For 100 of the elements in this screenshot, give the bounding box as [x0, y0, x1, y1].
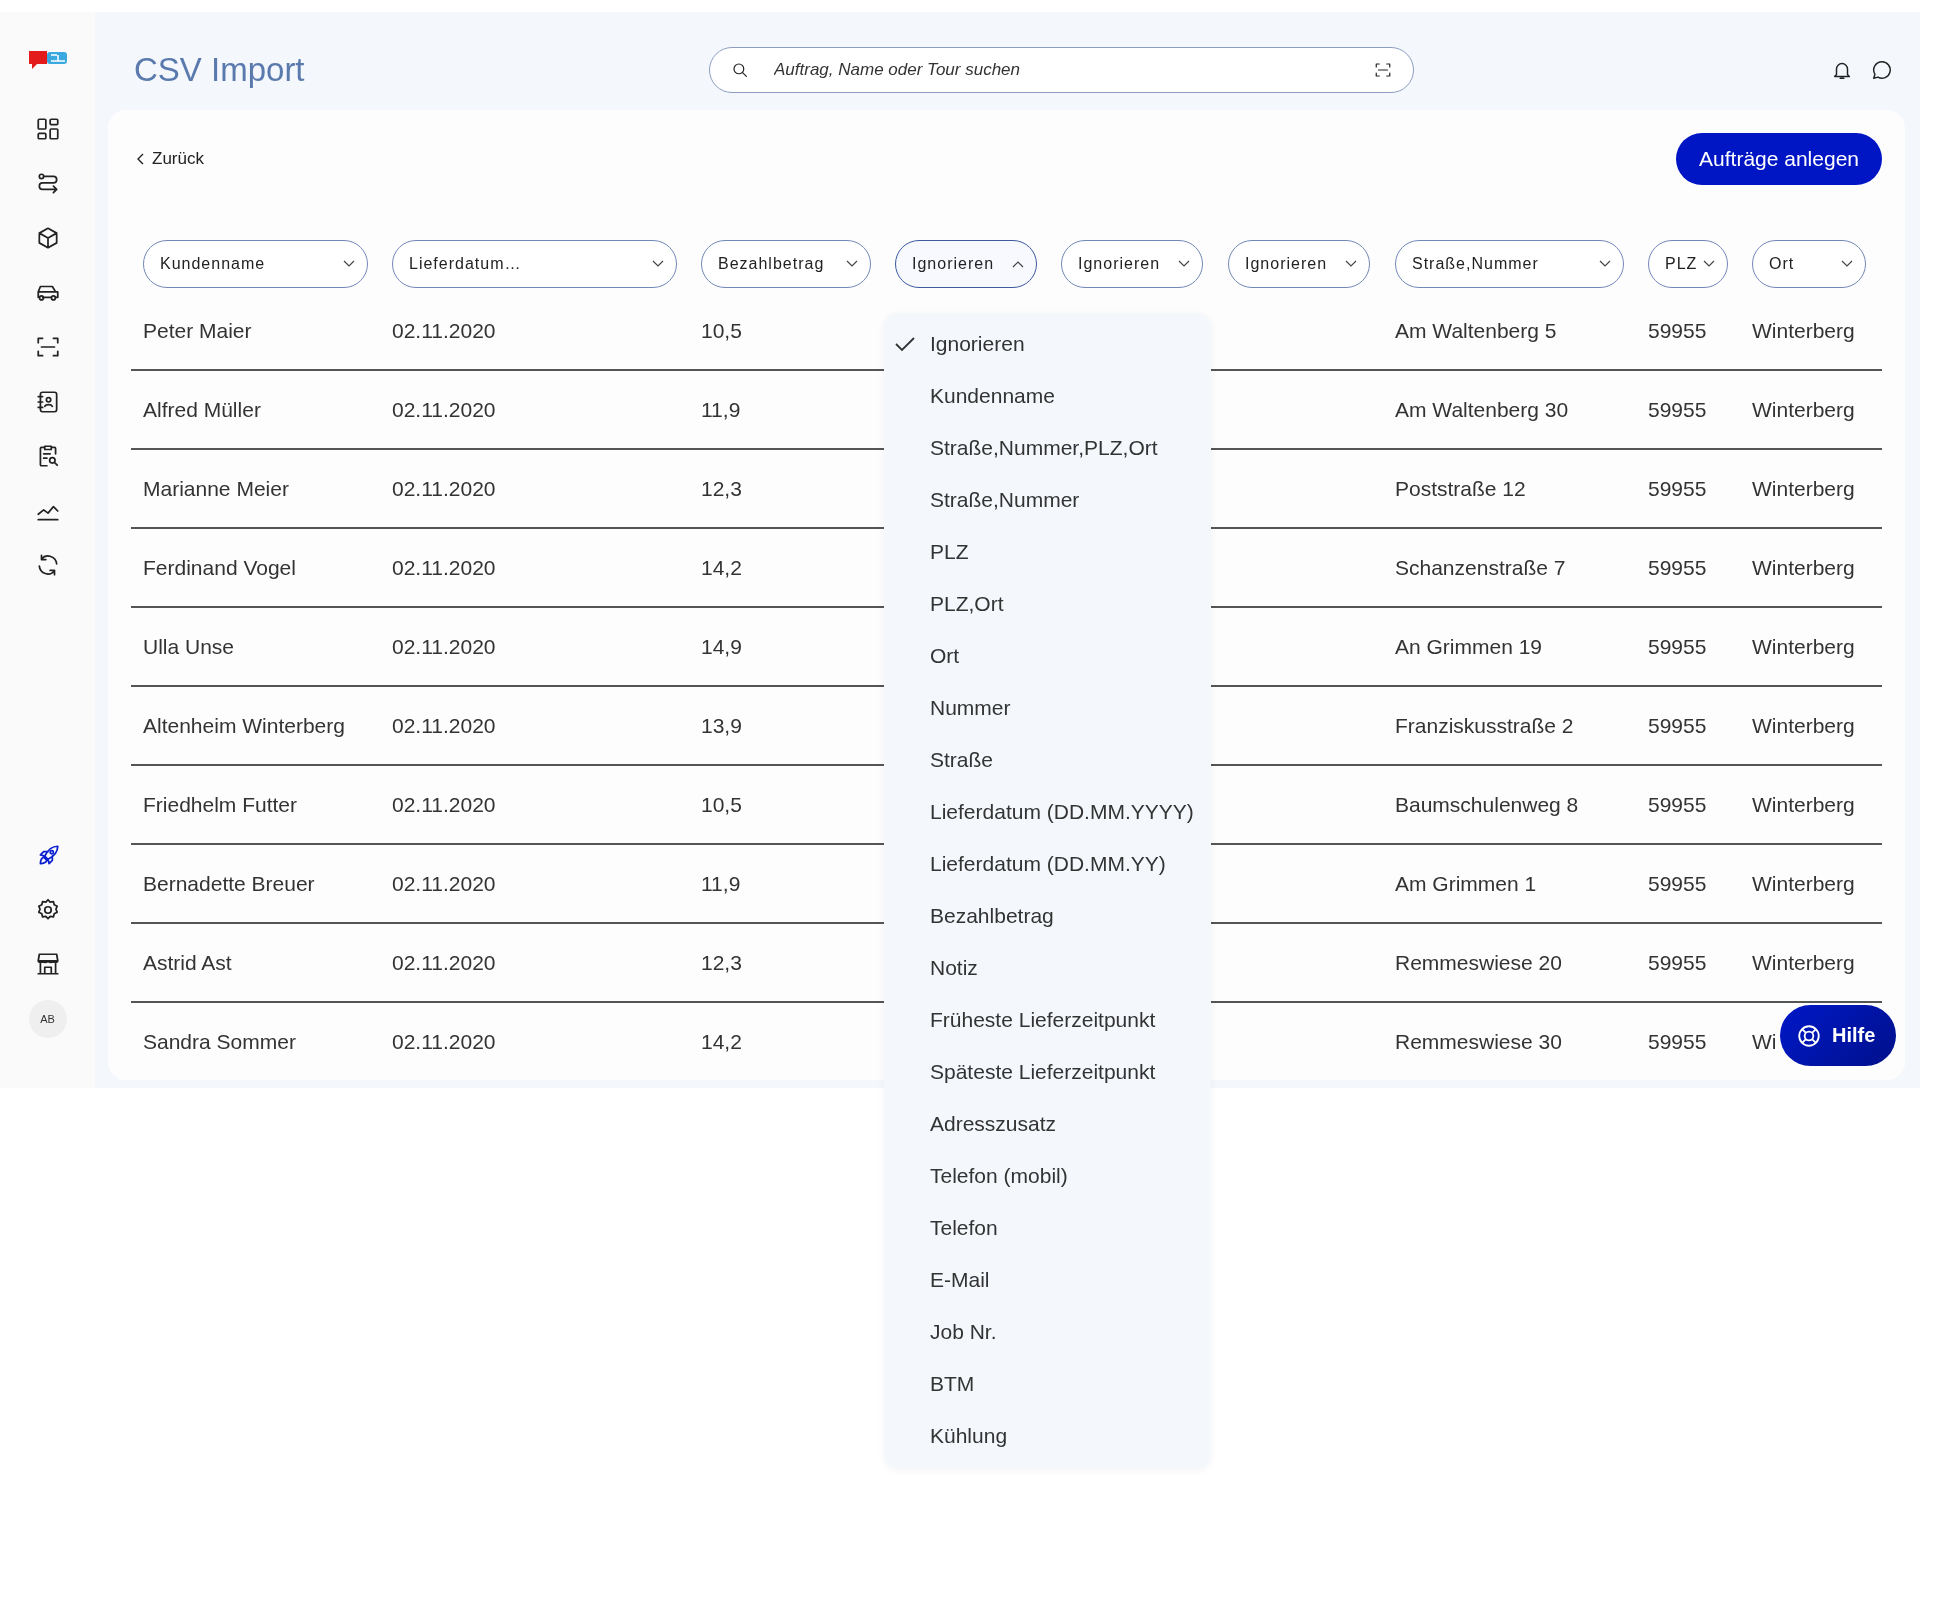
bell-icon[interactable] — [1831, 59, 1853, 81]
table-cell: 02.11.2020 — [392, 871, 496, 895]
table-cell: Winterberg — [1752, 476, 1855, 500]
column-mapping-dropdown[interactable]: Ignorieren — [1061, 240, 1203, 288]
dropdown-option[interactable]: BTM — [884, 1358, 1211, 1410]
table-cell: 59955 — [1648, 792, 1707, 816]
dropdown-option[interactable]: Straße,Nummer,PLZ,Ort — [884, 422, 1211, 474]
dropdown-option[interactable]: Straße,Nummer — [884, 474, 1211, 526]
chat-bubble-icon[interactable] — [1871, 59, 1893, 81]
dashboard-grid-icon[interactable] — [34, 116, 61, 142]
table-cell: Ulla Unse — [143, 634, 235, 658]
table-cell: Wi — [1752, 1029, 1777, 1053]
table-cell: Franziskusstraße 2 — [1395, 713, 1574, 737]
table-cell: Am Grimmen 1 — [1395, 871, 1537, 895]
table-cell: 13,9 — [701, 713, 742, 737]
table-cell: 14,2 — [701, 555, 742, 579]
table-cell: Marianne Meier — [143, 476, 289, 500]
table-cell: 59955 — [1648, 555, 1707, 579]
table-cell: 02.11.2020 — [392, 950, 496, 974]
table-cell: 10,5 — [701, 792, 742, 816]
table-cell: Winterberg — [1752, 318, 1855, 342]
dropdown-option[interactable]: Straße — [884, 734, 1211, 786]
column-mapping-dropdown[interactable]: PLZ — [1648, 240, 1728, 288]
table-cell: 02.11.2020 — [392, 634, 496, 658]
dropdown-option[interactable]: Job Nr. — [884, 1306, 1211, 1358]
contacts-book-icon[interactable] — [34, 388, 61, 415]
back-link[interactable]: Zurück — [136, 149, 204, 169]
dropdown-option[interactable]: Kühlung — [884, 1410, 1211, 1462]
chevron-up-icon — [1012, 260, 1024, 268]
dropdown-option[interactable]: Früheste Lieferzeitpunkt — [884, 994, 1211, 1046]
dropdown-option[interactable]: Telefon — [884, 1202, 1211, 1254]
dropdown-option[interactable]: Ort — [884, 630, 1211, 682]
table-cell: Winterberg — [1752, 871, 1855, 895]
column-mapping-dropdown[interactable]: Kundenname — [143, 240, 368, 288]
user-avatar[interactable]: AB — [28, 1000, 67, 1038]
table-cell: 02.11.2020 — [392, 792, 496, 816]
column-mapping-dropdown[interactable]: Straße,Nummer — [1395, 240, 1624, 288]
table-cell: Remmeswiese 30 — [1395, 1029, 1562, 1053]
table-cell: 02.11.2020 — [392, 318, 496, 342]
column-mapping-dropdown[interactable]: Lieferdatum… — [392, 240, 677, 288]
table-cell: 02.11.2020 — [392, 555, 496, 579]
table-cell: 59955 — [1648, 950, 1707, 974]
dropdown-option[interactable]: Adresszusatz — [884, 1098, 1211, 1150]
table-cell: 02.11.2020 — [392, 1029, 496, 1053]
table-cell: Poststraße 12 — [1395, 476, 1526, 500]
table-cell: An Grimmen 19 — [1395, 634, 1543, 658]
table-cell: Winterberg — [1752, 555, 1855, 579]
dropdown-option[interactable]: Kundenname — [884, 370, 1211, 422]
table-cell: 12,3 — [701, 476, 742, 500]
table-cell: 59955 — [1648, 318, 1707, 342]
table-cell: Peter Maier — [143, 318, 252, 342]
table-cell: 59955 — [1648, 634, 1707, 658]
table-cell: 59955 — [1648, 1029, 1707, 1053]
dropdown-option[interactable]: E-Mail — [884, 1254, 1211, 1306]
table-cell: 12,3 — [701, 950, 742, 974]
table-cell: Bernadette Breuer — [143, 871, 315, 895]
search-field[interactable]: Auftrag, Name oder Tour suchen — [709, 47, 1414, 93]
table-cell: Friedhelm Futter — [143, 792, 298, 816]
dropdown-option[interactable]: PLZ,Ort — [884, 578, 1211, 630]
table-cell: 02.11.2020 — [392, 476, 496, 500]
table-cell: Astrid Ast — [143, 950, 232, 974]
column-mapping-dropdown[interactable]: Ignorieren — [1228, 240, 1370, 288]
table-cell: 14,2 — [701, 1029, 742, 1053]
dropdown-option[interactable]: Lieferdatum (DD.MM.YYYY) — [884, 786, 1211, 838]
table-cell: Winterberg — [1752, 713, 1855, 737]
dropdown-option[interactable]: Lieferdatum (DD.MM.YY) — [884, 838, 1211, 890]
table-cell: 59955 — [1648, 476, 1707, 500]
table-cell: 11,9 — [701, 871, 741, 895]
table-cell: Ferdinand Vogel — [143, 555, 296, 579]
table-cell: Sandra Sommer — [143, 1029, 296, 1053]
store-icon[interactable] — [34, 951, 61, 977]
table-cell: 02.11.2020 — [392, 397, 496, 421]
column-mapping-dropdown[interactable]: Ort — [1752, 240, 1866, 288]
scan-icon[interactable] — [1374, 61, 1392, 79]
table-cell: Baumschulenweg 8 — [1395, 792, 1579, 816]
table-cell: Remmeswiese 20 — [1395, 950, 1562, 974]
table-cell: 10,5 — [701, 318, 742, 342]
table-cell: Altenheim Winterberg — [143, 713, 345, 737]
lifebuoy-icon — [1796, 1022, 1822, 1049]
dropdown-option[interactable]: PLZ — [884, 526, 1211, 578]
dropdown-option[interactable]: Notiz — [884, 942, 1211, 994]
dropdown-option[interactable]: Bezahlbetrag — [884, 890, 1211, 942]
table-cell: 11,9 — [701, 397, 741, 421]
table-cell: 59955 — [1648, 871, 1707, 895]
table-cell: 59955 — [1648, 713, 1707, 737]
dropdown-option[interactable]: Ignorieren — [884, 318, 1211, 370]
dropdown-option[interactable]: Telefon (mobil) — [884, 1150, 1211, 1202]
table-cell: Winterberg — [1752, 634, 1855, 658]
column-mapping-dropdown[interactable]: Ignorieren — [895, 240, 1037, 288]
table-cell: 14,9 — [701, 634, 742, 658]
dropdown-option[interactable]: Späteste Lieferzeitpunkt — [884, 1046, 1211, 1098]
create-orders-button[interactable]: Aufträge anlegen — [1676, 133, 1882, 185]
column-mapping-dropdown[interactable]: Bezahlbetrag — [701, 240, 871, 288]
dropdown-option[interactable]: Nummer — [884, 682, 1211, 734]
search-icon — [731, 61, 749, 79]
scan-icon[interactable] — [34, 334, 61, 360]
table-cell: 59955 — [1648, 397, 1707, 421]
table-cell: Schanzenstraße 7 — [1395, 555, 1566, 579]
table-cell: Winterberg — [1752, 950, 1855, 974]
page-title: CSV Import — [134, 51, 306, 89]
